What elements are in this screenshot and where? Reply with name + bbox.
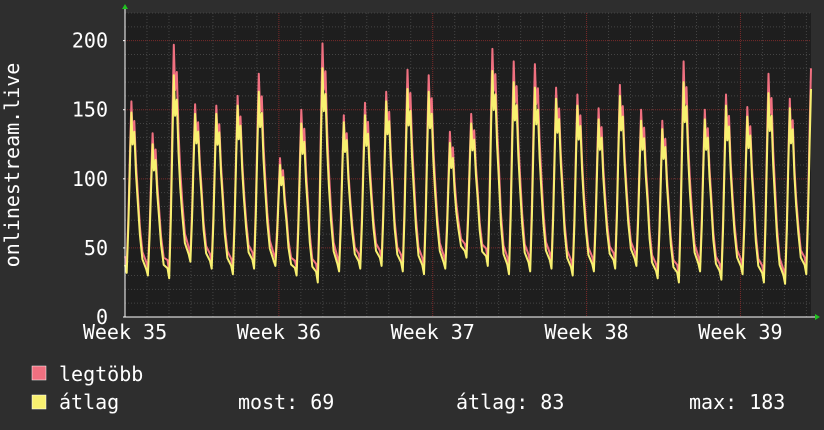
legend-label-atlag: átlag xyxy=(59,390,119,414)
x-tick-label: Week 37 xyxy=(391,320,475,344)
legend-swatch-legtobb xyxy=(31,365,47,381)
stat-most: most: 69 xyxy=(238,390,334,414)
y-tick-label: 200 xyxy=(72,29,108,53)
legend-label-legtobb: legtöbb xyxy=(59,362,143,386)
y-tick-label: 50 xyxy=(84,236,108,260)
x-tick-label: Week 35 xyxy=(83,320,167,344)
stat-max: max: 183 xyxy=(689,390,785,414)
y-tick-label: 100 xyxy=(72,167,108,191)
x-tick-label: Week 39 xyxy=(698,320,782,344)
y-tick-label: 150 xyxy=(72,98,108,122)
chart: 050100150200 Week 35 Week 36 Week 37 Week 3… xyxy=(0,0,824,430)
legend-swatch-atlag xyxy=(31,394,47,410)
stat-atlag: átlag: 83 xyxy=(456,390,564,414)
x-tick-label: Week 36 xyxy=(237,320,321,344)
y-axis-label: onlinestream.live xyxy=(0,63,24,268)
x-tick-label: Week 38 xyxy=(544,320,628,344)
